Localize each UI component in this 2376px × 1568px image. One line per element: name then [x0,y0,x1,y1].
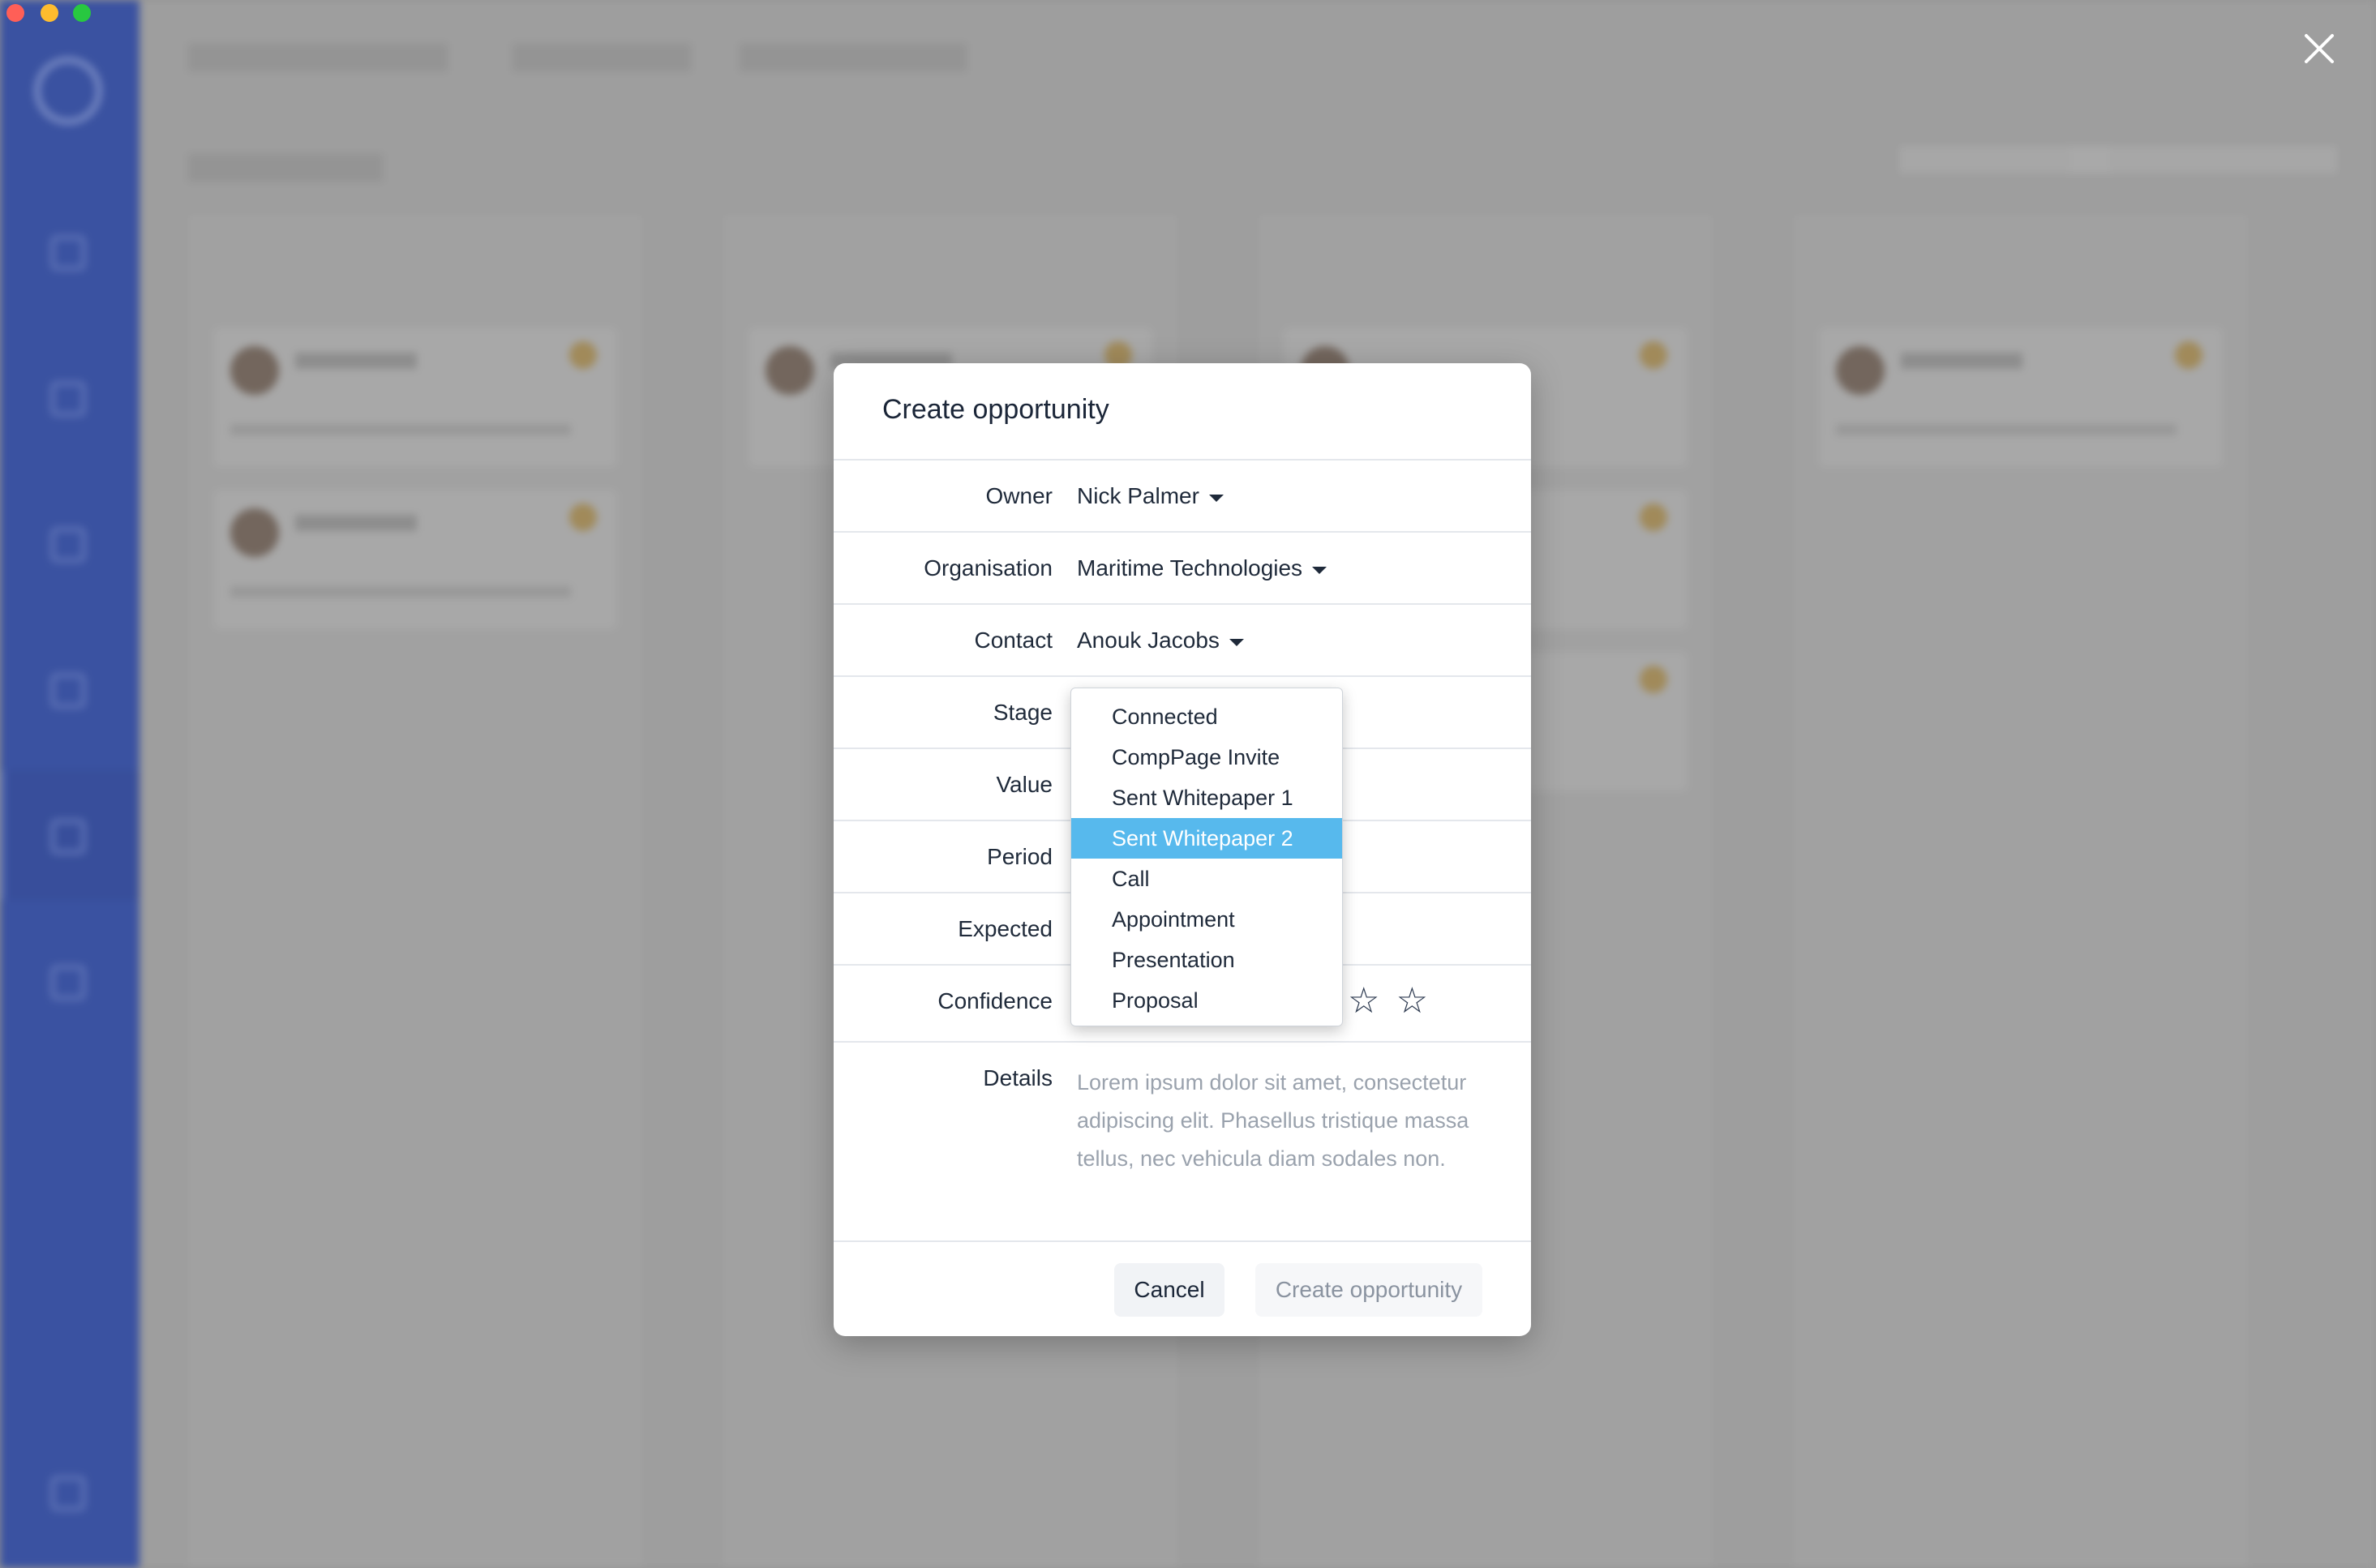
star-outline-icon[interactable]: ☆ ☆ [1348,980,1431,1022]
stage-option-sent-whitepaper-2[interactable]: Sent Whitepaper 2 [1071,818,1342,859]
owner-value: Nick Palmer [1077,483,1199,508]
caret-down-icon [1312,566,1327,574]
contact-select[interactable]: Anouk Jacobs [1077,628,1244,653]
cancel-button[interactable]: Cancel [1114,1263,1224,1317]
caret-down-icon [1208,494,1224,502]
stage-option-proposal[interactable]: Proposal [1071,980,1342,1021]
stage-option-appointment[interactable]: Appointment [1071,899,1342,940]
owner-label: Owner [985,483,1053,508]
details-row: Details Lorem ipsum dolor sit amet, cons… [834,1043,1531,1242]
dialog-title: Create opportunity [882,394,1109,425]
details-textarea[interactable]: Lorem ipsum dolor sit amet, consectetur … [1077,1064,1482,1178]
owner-select[interactable]: Nick Palmer [1077,483,1224,509]
expected-label: Expected [958,916,1053,941]
contact-row: Contact Anouk Jacobs [834,605,1531,677]
organisation-value: Maritime Technologies [1077,555,1303,581]
stage-option-sent-whitepaper-1[interactable]: Sent Whitepaper 1 [1071,778,1342,818]
maximize-window-button[interactable] [73,4,91,22]
stage-option-connected[interactable]: Connected [1071,696,1342,737]
create-opportunity-button[interactable]: Create opportunity [1255,1263,1482,1317]
value-label: Value [996,772,1053,797]
organisation-select[interactable]: Maritime Technologies [1077,555,1327,581]
stage-dropdown-list[interactable]: Connected CompPage Invite Sent Whitepape… [1070,688,1343,1026]
minimize-window-button[interactable] [41,4,58,22]
confidence-label: Confidence [937,988,1053,1013]
details-label: Details [983,1065,1053,1090]
close-icon[interactable] [2301,31,2337,66]
stage-label: Stage [993,700,1053,725]
caret-down-icon [1229,638,1244,646]
period-label: Period [987,844,1053,869]
organisation-label: Organisation [924,555,1053,581]
contact-value: Anouk Jacobs [1077,628,1220,653]
contact-label: Contact [974,628,1053,653]
owner-row: Owner Nick Palmer [834,461,1531,533]
stage-option-call[interactable]: Call [1071,859,1342,899]
stage-option-comppage-invite[interactable]: CompPage Invite [1071,737,1342,778]
stage-option-presentation[interactable]: Presentation [1071,940,1342,980]
close-window-button[interactable] [6,4,24,22]
organisation-row: Organisation Maritime Technologies [834,533,1531,605]
